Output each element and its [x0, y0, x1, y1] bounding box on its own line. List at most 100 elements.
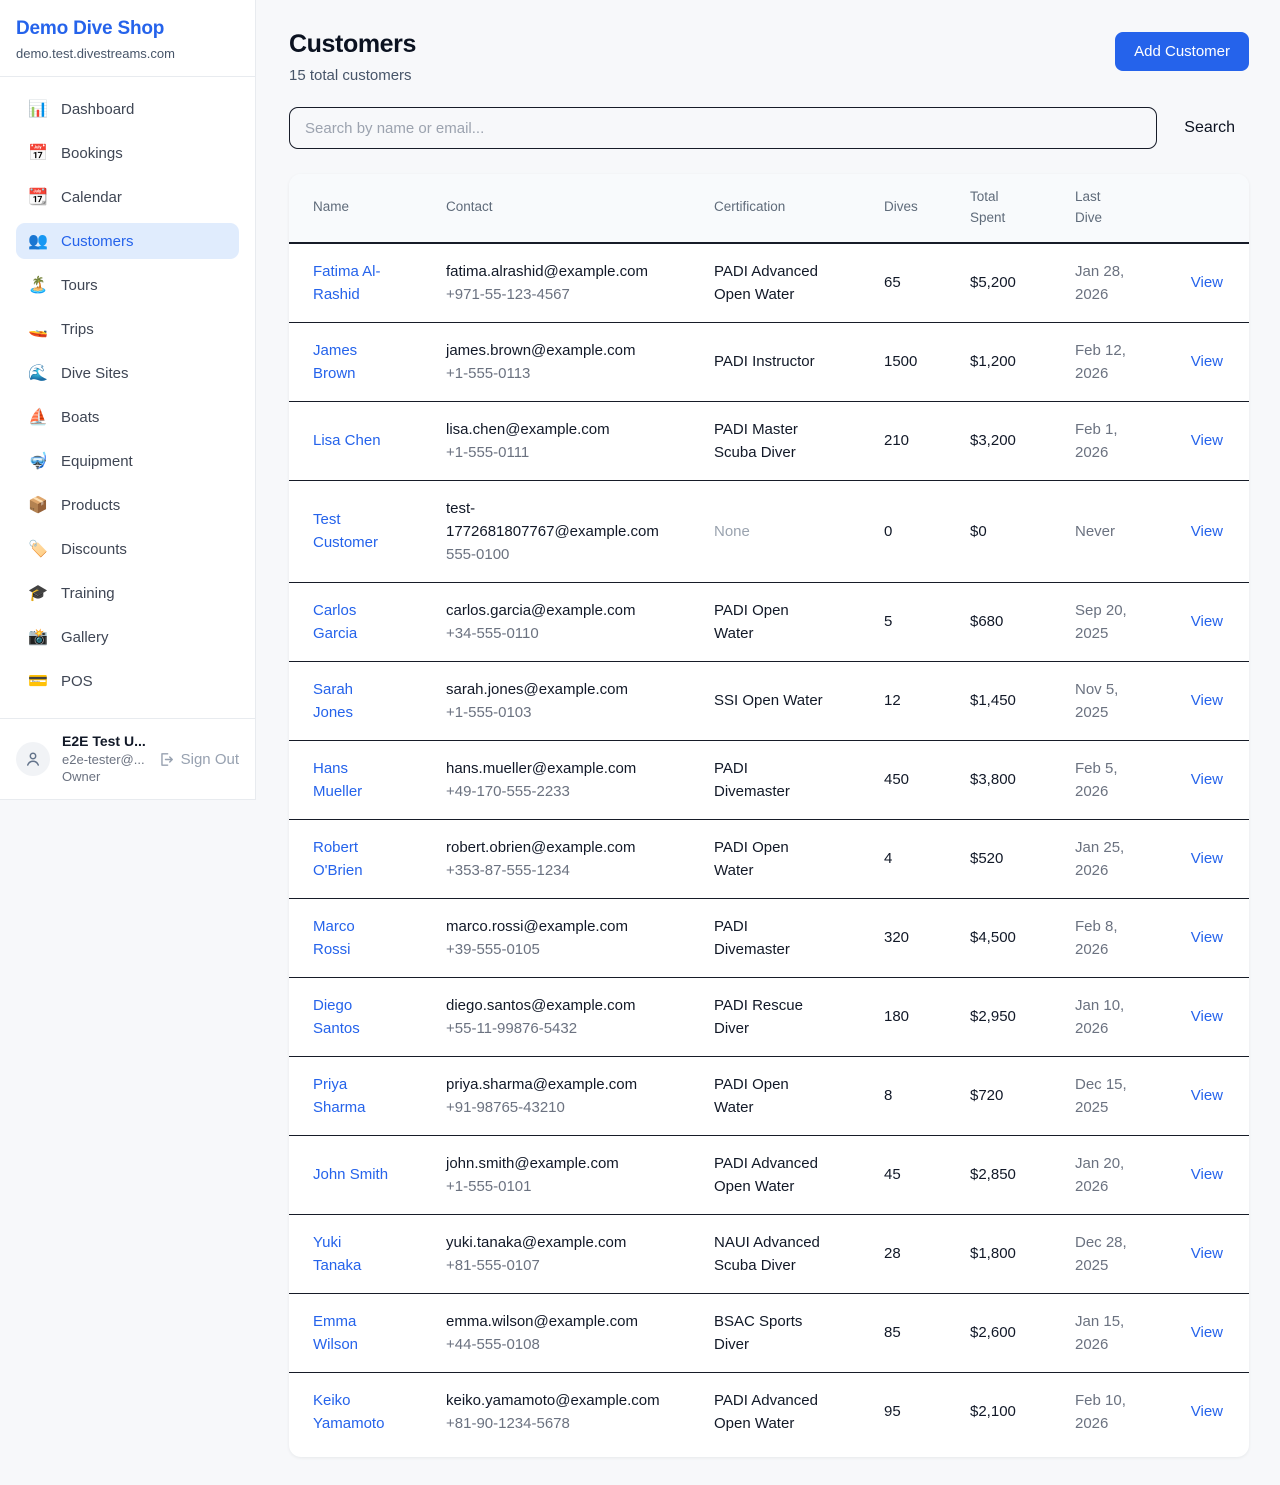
equipment-icon: 🤿	[28, 451, 48, 471]
view-customer-link[interactable]: View	[1191, 1245, 1223, 1262]
view-customer-link[interactable]: View	[1191, 1403, 1223, 1420]
customer-last-dive: Never	[1075, 520, 1115, 543]
customer-total-spent: $1,200	[958, 334, 1063, 389]
customer-name-link[interactable]: John Smith	[313, 1163, 388, 1186]
customer-name-link[interactable]: Emma Wilson	[313, 1310, 391, 1356]
customer-phone: 555-0100	[446, 543, 671, 566]
boats-icon: ⛵	[28, 407, 48, 427]
calendar-icon: 📆	[28, 187, 48, 207]
sidebar-item-discounts[interactable]: 🏷️ Discounts	[16, 531, 239, 567]
add-customer-button[interactable]: Add Customer	[1115, 32, 1249, 71]
table-row: Yuki Tanaka yuki.tanaka@example.com +81-…	[289, 1215, 1249, 1294]
customer-name-link[interactable]: James Brown	[313, 339, 391, 385]
customer-name-link[interactable]: Yuki Tanaka	[313, 1231, 391, 1277]
user-box: E2E Test U... e2e-tester@... Owner Sign …	[0, 718, 255, 799]
customer-dives: 4	[872, 831, 958, 886]
customer-dives: 28	[872, 1226, 958, 1281]
customer-phone: +49-170-555-2233	[446, 780, 671, 803]
customer-email: fatima.alrashid@example.com	[446, 260, 671, 283]
customer-dives: 65	[872, 255, 958, 310]
view-customer-link[interactable]: View	[1191, 432, 1223, 449]
customer-phone: +1-555-0101	[446, 1175, 671, 1198]
customer-dives: 1500	[872, 334, 958, 389]
customer-name-link[interactable]: Robert O'Brien	[313, 836, 391, 882]
sidebar-item-tours[interactable]: 🏝️ Tours	[16, 267, 239, 303]
customer-last-dive: Feb 12, 2026	[1075, 339, 1139, 385]
customer-email: hans.mueller@example.com	[446, 757, 671, 780]
sidebar-item-pos[interactable]: 💳 POS	[16, 663, 239, 699]
customer-name-link[interactable]: Keiko Yamamoto	[313, 1389, 391, 1435]
main-content: Customers 15 total customers Add Custome…	[256, 0, 1280, 1485]
view-customer-link[interactable]: View	[1191, 613, 1223, 630]
customer-total-spent: $1,450	[958, 673, 1063, 728]
view-customer-link[interactable]: View	[1191, 692, 1223, 709]
customer-certification: SSI Open Water	[714, 689, 823, 712]
customer-phone: +353-87-555-1234	[446, 859, 671, 882]
view-customer-link[interactable]: View	[1191, 1087, 1223, 1104]
customer-name-link[interactable]: Marco Rossi	[313, 915, 391, 961]
shop-title: Demo Dive Shop	[16, 18, 239, 40]
sign-out-button[interactable]: Sign Out	[157, 751, 239, 768]
customer-last-dive: Sep 20, 2025	[1075, 599, 1139, 645]
customer-email: james.brown@example.com	[446, 339, 671, 362]
customer-total-spent: $5,200	[958, 255, 1063, 310]
customer-name-link[interactable]: Fatima Al-Rashid	[313, 260, 391, 306]
customer-name-link[interactable]: Priya Sharma	[313, 1073, 391, 1119]
customer-last-dive: Nov 5, 2025	[1075, 678, 1139, 724]
column-header: Contact	[434, 184, 702, 231]
page-header: Customers 15 total customers Add Custome…	[289, 30, 1249, 84]
view-customer-link[interactable]: View	[1191, 274, 1223, 291]
customer-certification: PADI Open Water	[714, 836, 826, 882]
customer-name-link[interactable]: Carlos Garcia	[313, 599, 391, 645]
view-customer-link[interactable]: View	[1191, 771, 1223, 788]
customer-name-link[interactable]: Lisa Chen	[313, 429, 381, 452]
view-customer-link[interactable]: View	[1191, 929, 1223, 946]
sidebar-item-customers[interactable]: 👥 Customers	[16, 223, 239, 259]
view-customer-link[interactable]: View	[1191, 353, 1223, 370]
customer-dives: 450	[872, 752, 958, 807]
customer-name-link[interactable]: Sarah Jones	[313, 678, 391, 724]
discounts-icon: 🏷️	[28, 539, 48, 559]
sidebar-item-boats[interactable]: ⛵ Boats	[16, 399, 239, 435]
customer-name-link[interactable]: Test Customer	[313, 508, 391, 554]
view-customer-link[interactable]: View	[1191, 1166, 1223, 1183]
search-input[interactable]	[289, 107, 1157, 149]
customer-total-spent: $4,500	[958, 910, 1063, 965]
sidebar-item-equipment[interactable]: 🤿 Equipment	[16, 443, 239, 479]
dashboard-icon: 📊	[28, 99, 48, 119]
column-header: Dives	[872, 184, 958, 231]
view-customer-link[interactable]: View	[1191, 1008, 1223, 1025]
column-header	[1170, 184, 1249, 231]
sidebar-item-products[interactable]: 📦 Products	[16, 487, 239, 523]
view-customer-link[interactable]: View	[1191, 1324, 1223, 1341]
sidebar-item-bookings[interactable]: 📅 Bookings	[16, 135, 239, 171]
customers-icon: 👥	[28, 231, 48, 251]
table-row: Keiko Yamamoto keiko.yamamoto@example.co…	[289, 1373, 1249, 1451]
customer-last-dive: Jan 20, 2026	[1075, 1152, 1139, 1198]
customer-name-link[interactable]: Diego Santos	[313, 994, 391, 1040]
sidebar-item-training[interactable]: 🎓 Training	[16, 575, 239, 611]
customer-phone: +1-555-0111	[446, 441, 671, 464]
customer-last-dive: Feb 1, 2026	[1075, 418, 1139, 464]
table-row: Test Customer test-1772681807767@example…	[289, 481, 1249, 583]
customer-last-dive: Feb 10, 2026	[1075, 1389, 1139, 1435]
customer-last-dive: Feb 8, 2026	[1075, 915, 1139, 961]
customer-dives: 95	[872, 1384, 958, 1439]
sidebar-item-calendar[interactable]: 📆 Calendar	[16, 179, 239, 215]
customer-last-dive: Dec 28, 2025	[1075, 1231, 1139, 1277]
column-header: Total Spent	[958, 174, 1063, 242]
search-button[interactable]: Search	[1184, 119, 1235, 137]
customer-name-link[interactable]: Hans Mueller	[313, 757, 391, 803]
view-customer-link[interactable]: View	[1191, 523, 1223, 540]
customer-phone: +81-555-0107	[446, 1254, 671, 1277]
sidebar-item-dashboard[interactable]: 📊 Dashboard	[16, 91, 239, 127]
sidebar-item-dive-sites[interactable]: 🌊 Dive Sites	[16, 355, 239, 391]
search-row: Search	[289, 107, 1249, 149]
user-role: Owner	[62, 768, 145, 786]
customer-certification: PADI Instructor	[714, 350, 815, 373]
customer-total-spent: $2,100	[958, 1384, 1063, 1439]
sidebar-item-trips[interactable]: 🚤 Trips	[16, 311, 239, 347]
sidebar-item-gallery[interactable]: 📸 Gallery	[16, 619, 239, 655]
view-customer-link[interactable]: View	[1191, 850, 1223, 867]
customer-email: test-1772681807767@example.com	[446, 497, 671, 543]
